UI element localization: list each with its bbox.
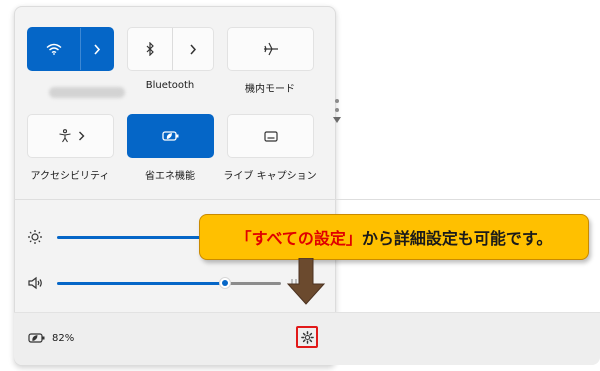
battery-percentage: 82% [52, 332, 75, 344]
brightness-slider-icon [27, 229, 43, 245]
annotation-callout: 「すべての設定」 から詳細設定も可能です。 [199, 214, 589, 260]
wifi-tile[interactable] [27, 27, 114, 71]
brightness-icon [28, 230, 42, 244]
page-dot[interactable] [335, 99, 339, 103]
airplane-icon [263, 42, 278, 56]
annotation-arrow [286, 258, 326, 305]
accessibility-toggle[interactable] [28, 115, 115, 157]
volume-slider-icon [27, 276, 43, 290]
airplane-mode-label: 機内モード [245, 84, 295, 95]
chevron-right-icon[interactable] [78, 131, 85, 141]
volume-slider-fill[interactable] [57, 282, 225, 285]
airplane-mode-tile[interactable] [227, 27, 314, 71]
wifi-icon [46, 43, 62, 55]
page-dot[interactable] [335, 108, 339, 112]
energy-saver-tile[interactable] [127, 114, 214, 158]
callout-emphasis: 「すべての設定」 [235, 229, 362, 248]
bluetooth-label: Bluetooth [145, 80, 195, 91]
bluetooth-expand-button[interactable] [173, 28, 213, 70]
speaker-icon[interactable] [27, 276, 43, 290]
wifi-expand-button[interactable] [81, 28, 113, 70]
all-settings-button[interactable] [296, 326, 318, 348]
page-dots[interactable] [333, 99, 341, 123]
quick-settings-footer: 82% [14, 312, 600, 365]
wifi-network-name-blurred [49, 87, 125, 98]
accessibility-icon [59, 129, 71, 143]
accessibility-tile[interactable] [27, 114, 114, 158]
live-captions-label: ライブ キャプション [223, 171, 317, 182]
gear-icon [300, 330, 314, 344]
energy-saver-icon [161, 131, 178, 141]
wifi-toggle[interactable] [28, 28, 80, 70]
live-captions-icon [263, 130, 278, 142]
page-down-arrow-icon[interactable] [333, 117, 341, 123]
energy-saver-label: 省エネ機能 [145, 171, 195, 182]
battery-status[interactable]: 82% [28, 332, 74, 344]
bluetooth-toggle[interactable] [128, 28, 172, 70]
chevron-right-icon [94, 43, 101, 55]
callout-text: から詳細設定も可能です。 [361, 229, 553, 248]
volume-slider-thumb[interactable] [219, 277, 231, 289]
chevron-right-icon [190, 44, 197, 54]
volume-slider-track[interactable] [225, 282, 281, 285]
panel-divider [14, 199, 600, 200]
bluetooth-icon [146, 42, 154, 56]
bluetooth-tile[interactable] [127, 27, 214, 71]
battery-saver-icon [28, 333, 45, 343]
live-captions-tile[interactable] [227, 114, 314, 158]
accessibility-label: アクセシビリティ [30, 171, 110, 182]
